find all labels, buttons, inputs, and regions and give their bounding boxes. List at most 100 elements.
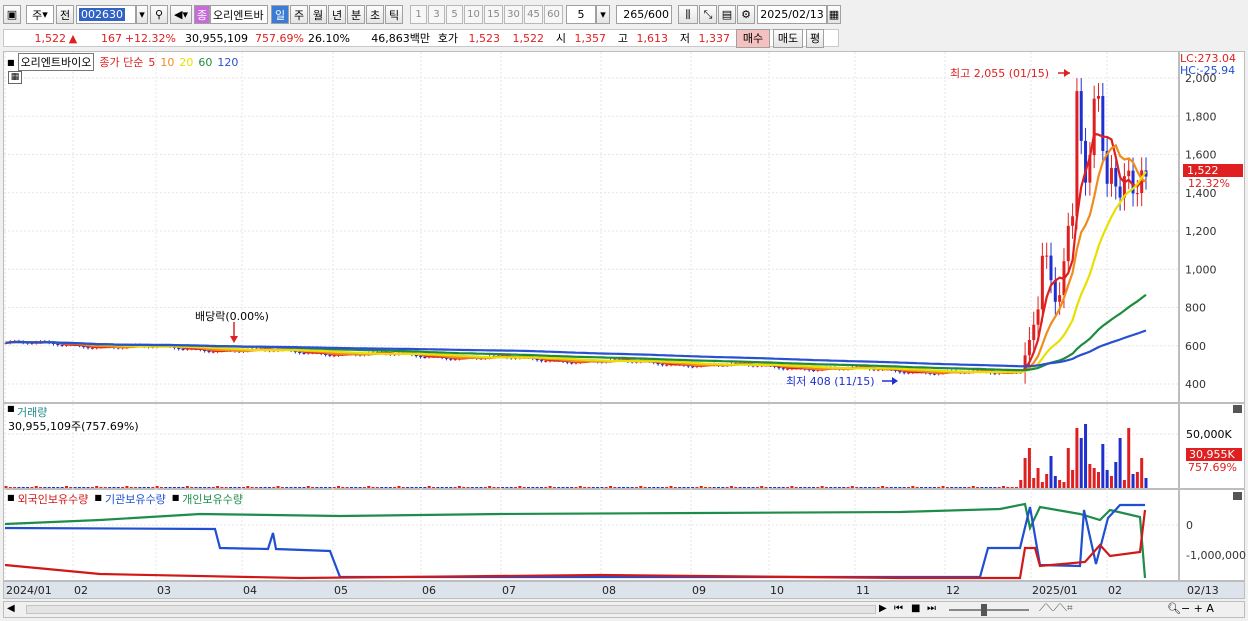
volume-bar: [1032, 478, 1036, 488]
volume-bar: [73, 487, 77, 488]
volume-bar: [742, 487, 746, 488]
volume-bar: [613, 487, 617, 488]
candle-body: [207, 351, 211, 353]
stock-label[interactable]: 오리엔트바이오: [17, 53, 95, 71]
scroll-track[interactable]: [26, 605, 876, 614]
volume-bar: [777, 487, 781, 488]
candle-body: [1027, 340, 1031, 356]
volume-panel-close-icon[interactable]: [1233, 405, 1242, 413]
volume-bar: [557, 487, 561, 488]
volume-bar: [194, 487, 198, 488]
volume-bar: [259, 487, 263, 488]
volume-bar: [527, 487, 530, 488]
candle-body: [1114, 167, 1118, 187]
volume-bar: [90, 487, 94, 488]
holdings-y-tick: 0: [1186, 519, 1193, 532]
volume-bar: [617, 487, 621, 488]
table-toggle-icon[interactable]: ▦: [8, 71, 22, 84]
x-axis-label: 02: [74, 584, 88, 597]
high-annotation: 최고 2,055 (01/15): [950, 67, 1050, 80]
volume-bar: [432, 487, 435, 488]
drawing-tools-icon[interactable]: ⟋⟍⟋⟍⌗: [1039, 603, 1073, 614]
candle-body: [1036, 309, 1040, 325]
scroll-left-icon[interactable]: ◀: [7, 603, 15, 614]
candle-body: [539, 360, 543, 362]
volume-bar: [267, 487, 271, 488]
candle-body: [570, 362, 574, 364]
volume-bar: [855, 487, 859, 488]
volume-bar: [729, 486, 733, 488]
stop-icon[interactable]: ■: [911, 603, 920, 614]
volume-bar: [315, 487, 319, 488]
volume-bar: [669, 486, 673, 488]
volume-bar: [462, 487, 466, 488]
ma-period-label: 60: [198, 55, 213, 69]
volume-bar: [915, 487, 919, 488]
volume-bar: [928, 487, 932, 488]
volume-bar: [129, 487, 133, 488]
volume-bar: [872, 487, 876, 488]
volume-bar: [354, 487, 358, 488]
volume-bar: [216, 486, 220, 488]
forward-icon[interactable]: ⏭: [927, 603, 936, 614]
volume-bar: [535, 487, 539, 488]
price-y-tick: 600: [1185, 340, 1206, 353]
volume-bar: [837, 487, 841, 488]
last-price-tag: 1,522: [1183, 164, 1243, 177]
x-axis-label: 06: [422, 584, 436, 597]
x-axis-label: 02: [1108, 584, 1122, 597]
candle-body: [1118, 186, 1122, 198]
candle-body: [544, 360, 548, 362]
volume-bar: [738, 487, 742, 488]
volume-bar: [298, 487, 302, 488]
legend-bullet-icon: ■: [171, 493, 180, 502]
volume-bar: [263, 487, 267, 488]
x-axis-label: 02/13: [1187, 584, 1219, 597]
dividend-arrow-head-icon: [230, 336, 238, 343]
volume-bar: [781, 487, 785, 488]
speed-slider[interactable]: [949, 609, 1029, 611]
volume-bar: [941, 486, 945, 488]
candle-body: [1079, 91, 1083, 141]
holdings-panel-close-icon[interactable]: [1233, 492, 1242, 500]
volume-bar: [306, 486, 310, 488]
volume-bar: [522, 487, 526, 488]
zoom-icons[interactable]: 🔍︎− + A: [1167, 602, 1214, 615]
x-axis-label: 05: [334, 584, 348, 597]
volume-bar: [717, 487, 720, 488]
volume-bar: [203, 487, 207, 488]
volume-bar: [885, 487, 889, 488]
volume-bar: [591, 487, 595, 488]
volume-bar: [539, 487, 543, 488]
volume-bar: [362, 487, 366, 488]
volume-bar: [807, 487, 811, 488]
volume-bar: [1058, 480, 1062, 488]
volume-bar: [544, 487, 548, 488]
x-axis: 2024/01 02 03 04 05 06 07 08 09 10 11 12 2025/01 02 02…: [3, 581, 1245, 599]
volume-bar: [375, 487, 379, 488]
volume-bar: [172, 487, 176, 488]
high-arrow-head-icon: [1064, 69, 1070, 77]
chart-canvas: 2,0001,8001,6001,4001,2001,0008006004000…: [4, 52, 1246, 580]
speed-slider-handle[interactable]: [981, 604, 987, 616]
volume-bar: [1027, 448, 1031, 488]
volume-bar: [1131, 474, 1135, 488]
volume-bar: [673, 487, 677, 488]
rewind-icon[interactable]: ⏮: [894, 603, 903, 614]
volume-bar: [842, 487, 846, 488]
volume-bar: [509, 487, 513, 488]
volume-bar: [954, 487, 958, 488]
candle-body: [1049, 255, 1053, 281]
volume-bar: [181, 487, 185, 488]
volume-bar: [1066, 448, 1070, 488]
volume-bar: [1053, 476, 1057, 488]
bottom-scrollbar[interactable]: ◀ ▶ ⏮ ■ ⏭ ⟋⟍⟋⟍⌗ 🔍︎− + A: [3, 601, 1245, 618]
volume-bar: [99, 487, 103, 488]
volume-bar: [967, 487, 971, 488]
volume-bar: [13, 487, 17, 488]
volume-bar: [993, 487, 997, 488]
volume-bar: [660, 487, 664, 488]
volume-bar: [77, 487, 81, 488]
scroll-right-icon[interactable]: ▶: [879, 603, 887, 614]
x-axis-label: 11: [856, 584, 870, 597]
